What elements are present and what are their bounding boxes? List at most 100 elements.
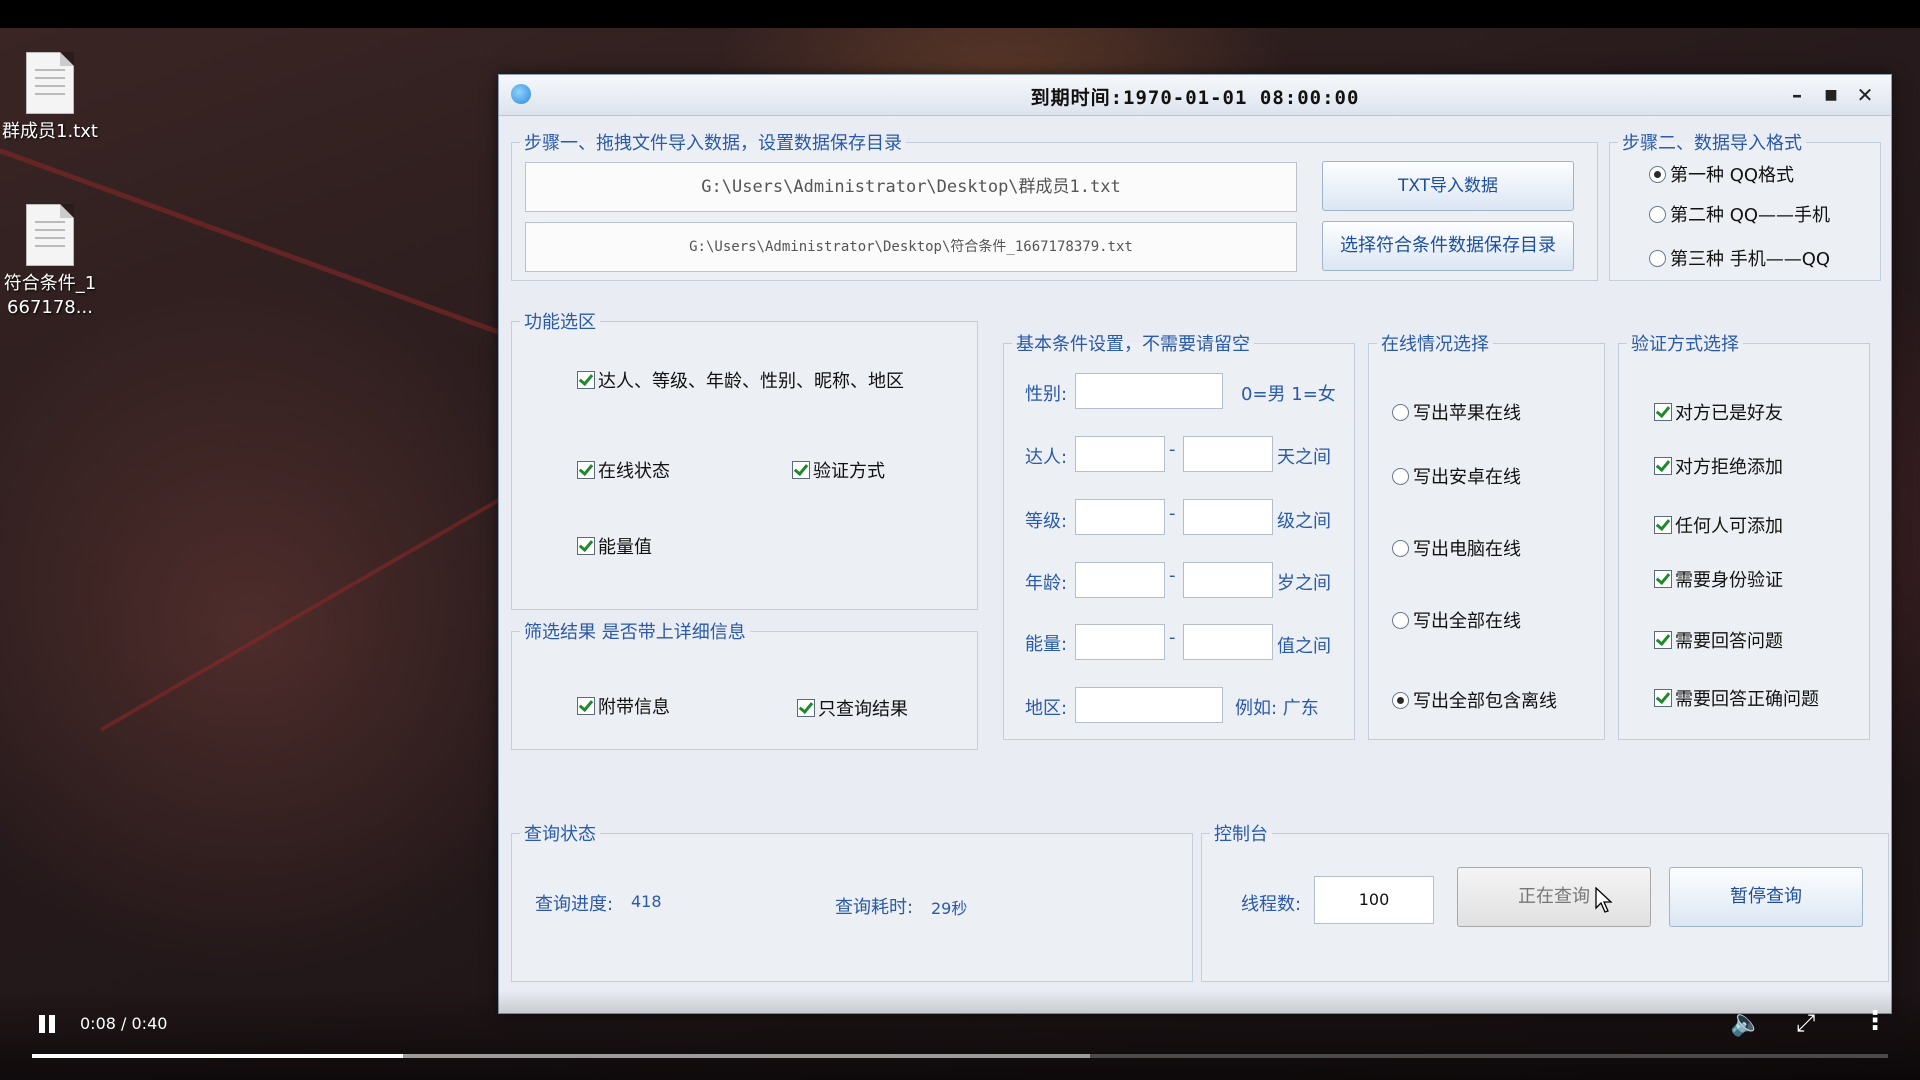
checkbox-checked-icon [1654,631,1672,649]
online-option-pc[interactable]: 写出电脑在线 [1392,535,1521,561]
gender-label: 性别: [1025,384,1068,405]
filter-legend: 筛选结果 是否带上详细信息 [524,622,746,643]
checkbox-checked-icon [797,699,815,717]
pause-icon[interactable] [36,1013,58,1035]
age-min-input[interactable] [1075,562,1165,598]
online-option-all[interactable]: 写出全部在线 [1392,607,1521,633]
attach-info-checkbox[interactable]: 附带信息 [577,693,670,719]
range-dash: - [1169,439,1176,460]
age-label: 年龄: [1025,573,1068,594]
verify-reject-checkbox[interactable]: 对方拒绝添加 [1654,453,1783,479]
close-button[interactable]: ✕ [1851,81,1879,109]
checkbox-label: 验证方式 [813,461,885,482]
online-option-label: 写出安卓在线 [1413,467,1521,488]
checkbox-label: 需要身份验证 [1675,570,1783,591]
step2-legend: 步骤二、数据导入格式 [1622,133,1802,154]
querying-button[interactable]: 正在查询 [1457,867,1651,927]
video-progress-bar[interactable] [32,1054,1888,1058]
threads-input[interactable]: 100 [1314,876,1434,924]
basic-conditions-legend: 基本条件设置，不需要请留空 [1016,334,1250,355]
query-status-legend: 查询状态 [524,824,596,845]
range-dash: - [1169,627,1176,648]
pause-query-button[interactable]: 暂停查询 [1669,867,1863,927]
format-option-3[interactable]: 第三种 手机——QQ [1649,245,1830,271]
radio-icon [1392,540,1409,557]
online-option-apple[interactable]: 写出苹果在线 [1392,399,1521,425]
checkbox-checked-icon [1654,403,1672,421]
choose-save-dir-button[interactable]: 选择符合条件数据保存目录 [1322,221,1574,271]
feature-verify-checkbox[interactable]: 验证方式 [792,457,885,483]
checkbox-label: 任何人可添加 [1675,516,1783,537]
text-file-icon [26,204,74,266]
checkbox-label: 需要回答问题 [1675,631,1783,652]
verify-identity-checkbox[interactable]: 需要身份验证 [1654,566,1783,592]
results-only-checkbox[interactable]: 只查询结果 [797,695,908,721]
verify-question-checkbox[interactable]: 需要回答问题 [1654,627,1783,653]
save-path-field[interactable]: G:\Users\Administrator\Desktop\符合条件_1667… [525,222,1297,272]
region-input[interactable] [1075,687,1223,723]
online-legend: 在线情况选择 [1381,334,1489,355]
range-dash: - [1169,565,1176,586]
checkbox-label: 达人、等级、年龄、性别、昵称、地区 [598,371,904,392]
region-hint: 例如: 广东 [1235,698,1319,719]
format-option-label: 第三种 手机——QQ [1670,249,1831,270]
energy-max-input[interactable] [1183,624,1273,660]
elapsed-value: 29秒 [931,899,968,918]
import-path-field[interactable]: G:\Users\Administrator\Desktop\群成员1.txt [525,162,1297,212]
checkbox-checked-icon [1654,570,1672,588]
level-unit: 级之间 [1277,511,1331,532]
online-option-android[interactable]: 写出安卓在线 [1392,463,1521,489]
feature-online-checkbox[interactable]: 在线状态 [577,457,670,483]
video-controls [0,990,1920,1080]
checkbox-label: 对方拒绝添加 [1675,457,1783,478]
online-option-all-offline[interactable]: 写出全部包含离线 [1392,687,1557,713]
checkbox-checked-icon [792,461,810,479]
daren-min-input[interactable] [1075,436,1165,472]
energy-label: 能量: [1025,634,1068,655]
filter-group: 筛选结果 是否带上详细信息 [511,618,978,750]
video-played [32,1054,404,1058]
age-unit: 岁之间 [1277,573,1331,594]
range-dash: - [1169,503,1176,524]
desktop-file-icon[interactable]: 符合条件_1667178... [0,204,100,320]
daren-label: 达人: [1025,447,1068,468]
checkbox-label: 需要回答正确问题 [1675,689,1819,710]
daren-max-input[interactable] [1183,436,1273,472]
volume-icon[interactable]: 🔈 [1730,1008,1762,1038]
more-options-icon[interactable]: ⋮ [1862,1006,1888,1036]
energy-min-input[interactable] [1075,624,1165,660]
verify-anyone-checkbox[interactable]: 任何人可添加 [1654,512,1783,538]
minimize-button[interactable]: – [1783,81,1811,109]
progress-label: 查询进度: [535,894,614,915]
feature-energy-checkbox[interactable]: 能量值 [577,533,652,559]
feature-basic-checkbox[interactable]: 达人、等级、年龄、性别、昵称、地区 [577,367,904,393]
verify-legend: 验证方式选择 [1631,334,1739,355]
gender-input[interactable] [1075,373,1223,409]
exit-fullscreen-icon[interactable]: ⤢ [1796,1009,1815,1037]
format-option-1[interactable]: 第一种 QQ格式 [1649,161,1794,187]
radio-icon [1392,468,1409,485]
format-option-2[interactable]: 第二种 QQ——手机 [1649,201,1830,227]
maximize-button[interactable]: ■ [1817,81,1845,109]
online-option-label: 写出全部包含离线 [1413,691,1557,712]
verify-correct-answer-checkbox[interactable]: 需要回答正确问题 [1654,685,1819,711]
checkbox-checked-icon [577,461,595,479]
features-legend: 功能选区 [524,312,596,333]
verify-already-friend-checkbox[interactable]: 对方已是好友 [1654,399,1783,425]
desktop-file-label: 符合条件_1667178... [3,273,97,318]
online-option-label: 写出电脑在线 [1413,539,1521,560]
video-time: 0:08 / 0:40 [80,1014,168,1033]
radio-icon [1649,206,1666,223]
radio-selected-icon [1649,166,1666,183]
level-max-input[interactable] [1183,499,1273,535]
txt-import-button[interactable]: TXT导入数据 [1322,161,1574,211]
age-max-input[interactable] [1183,562,1273,598]
format-option-label: 第一种 QQ格式 [1670,165,1795,186]
checkbox-checked-icon [577,371,595,389]
desktop-file-icon[interactable]: 群成员1.txt [0,52,100,144]
text-file-icon [26,52,74,114]
radio-icon [1392,612,1409,629]
level-min-input[interactable] [1075,499,1165,535]
console-legend: 控制台 [1214,824,1268,845]
radio-icon [1649,250,1666,267]
